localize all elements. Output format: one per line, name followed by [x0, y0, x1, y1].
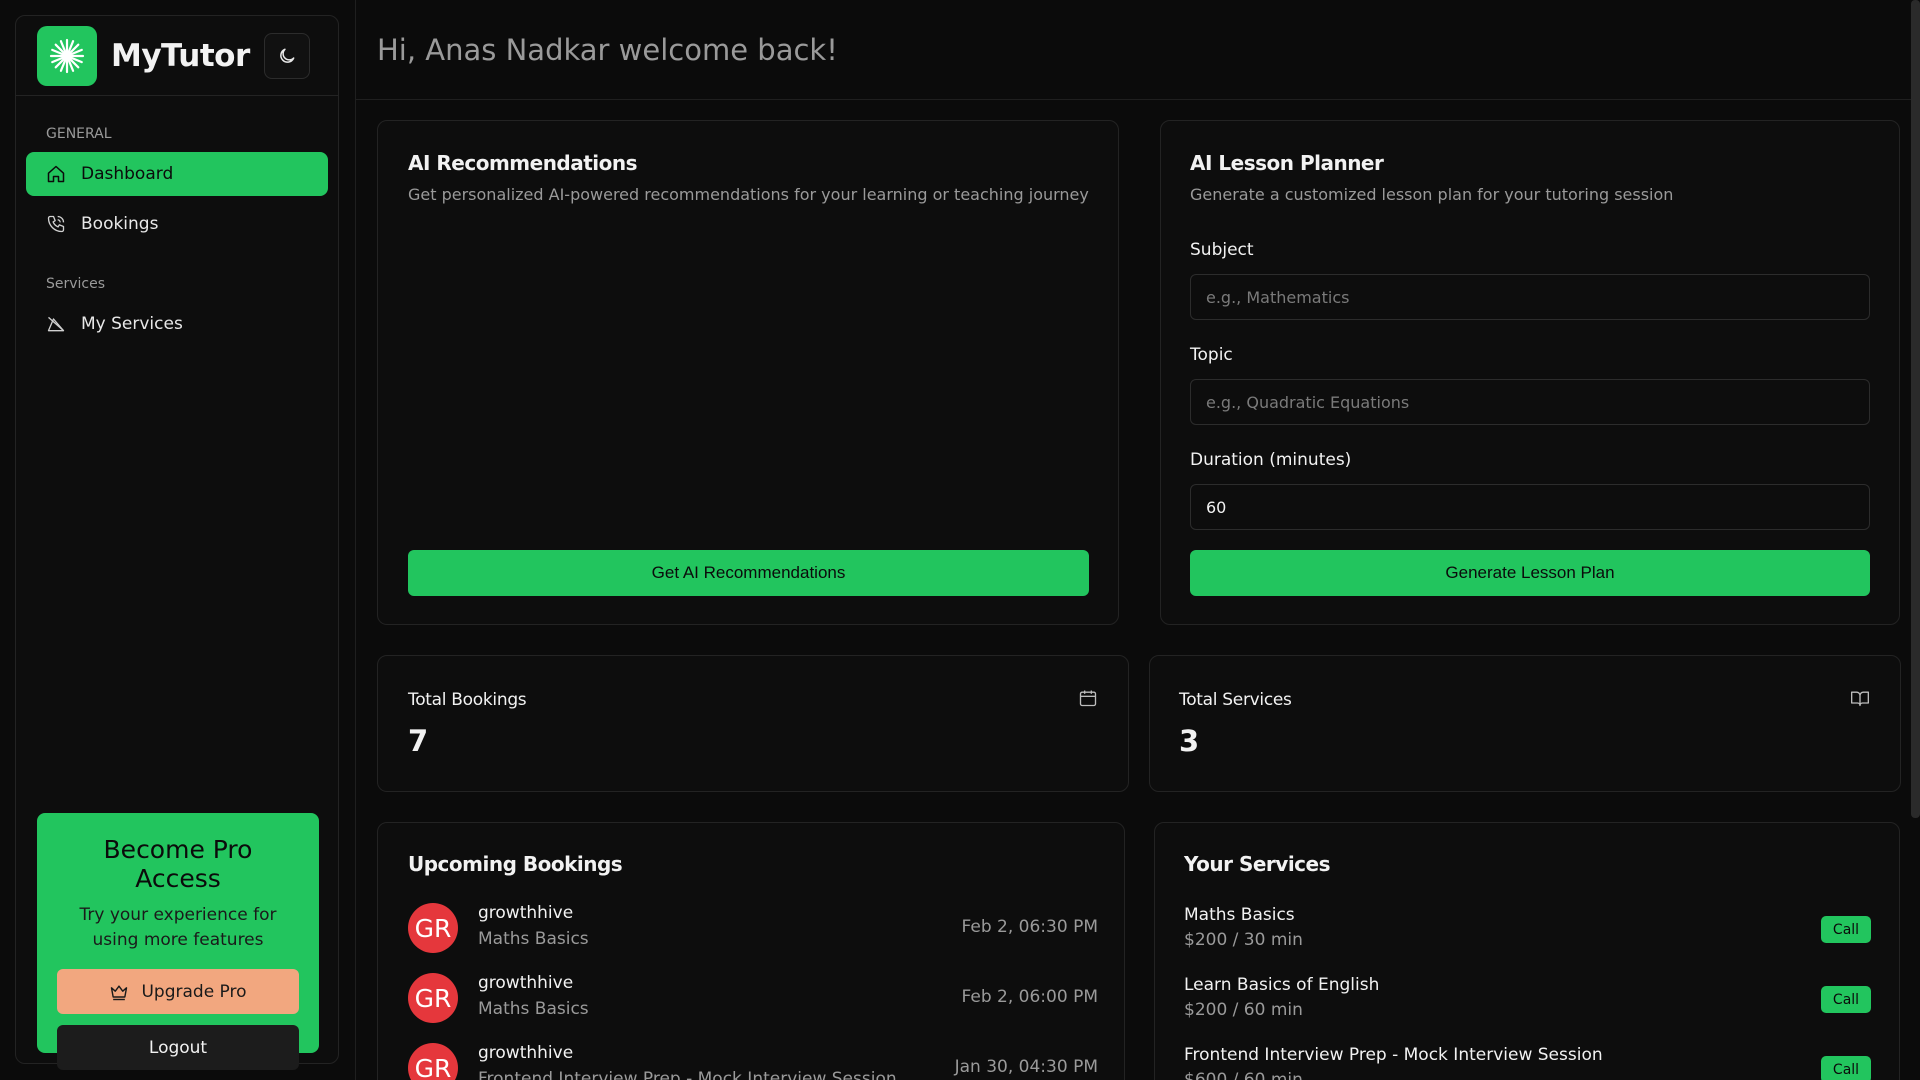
crown-icon	[111, 984, 128, 1000]
your-services-title: Your Services	[1184, 852, 1331, 876]
total-bookings-label: Total Bookings	[408, 690, 527, 710]
lesson-planner-card: AI Lesson Planner Generate a customized …	[1160, 120, 1900, 625]
total-services-label: Total Services	[1179, 690, 1292, 710]
booking-date: Jan 30, 04:30 PM	[954, 1057, 1098, 1077]
service-price: $600 / 60 min	[1184, 1070, 1303, 1080]
booking-student-name: growthhive	[478, 903, 574, 923]
sidebar: MyTutor GENERAL Dashboard Bookings Servi…	[15, 15, 339, 1070]
avatar: GR	[408, 1043, 458, 1080]
get-ai-recommendations-button[interactable]: Get AI Recommendations	[408, 550, 1089, 596]
sidebar-item-my-services[interactable]: My Services	[26, 302, 328, 346]
page-scrollbar[interactable]	[1911, 0, 1920, 818]
booking-date: Feb 2, 06:00 PM	[961, 987, 1098, 1007]
lesson-planner-subtitle: Generate a customized lesson plan for yo…	[1190, 185, 1674, 204]
booking-service: Frontend Interview Prep - Mock Interview…	[478, 1069, 897, 1080]
service-name: Maths Basics	[1184, 905, 1295, 925]
lesson-planner-title: AI Lesson Planner	[1190, 151, 1384, 175]
sidebar-divider	[355, 0, 356, 1080]
pro-upgrade-card: Become Pro Access Try your experience fo…	[37, 813, 319, 1070]
sidebar-item-dashboard[interactable]: Dashboard	[26, 152, 328, 196]
upgrade-pro-button[interactable]: Upgrade Pro	[57, 969, 299, 1014]
sidebar-item-label: Bookings	[81, 214, 159, 234]
ai-recommendations-title: AI Recommendations	[408, 151, 638, 175]
sidebar-item-bookings[interactable]: Bookings	[26, 202, 328, 246]
generate-lesson-plan-button[interactable]: Generate Lesson Plan	[1190, 550, 1870, 596]
subject-input[interactable]	[1190, 274, 1870, 320]
nav-section-services: Services	[46, 276, 106, 292]
duration-input[interactable]	[1190, 484, 1870, 530]
call-badge: Call	[1821, 1056, 1871, 1080]
your-services-card: Your Services Maths Basics $200 / 30 min…	[1154, 822, 1900, 1080]
service-row[interactable]: Learn Basics of English $200 / 60 min Ca…	[1184, 975, 1871, 1025]
logo-icon	[49, 38, 85, 73]
call-badge: Call	[1821, 986, 1871, 1013]
logout-button[interactable]: Logout	[57, 1025, 299, 1070]
welcome-greeting: Hi, Anas Nadkar welcome back!	[377, 33, 838, 67]
service-row[interactable]: Maths Basics $200 / 30 min Call	[1184, 905, 1871, 955]
service-row[interactable]: Frontend Interview Prep - Mock Interview…	[1184, 1045, 1871, 1080]
sidebar-item-label: Dashboard	[81, 164, 174, 184]
topic-label: Topic	[1190, 345, 1233, 365]
total-services-card: Total Services 3	[1149, 655, 1901, 792]
booking-service: Maths Basics	[478, 929, 589, 949]
home-icon	[45, 163, 67, 185]
calendar-icon	[1078, 688, 1098, 712]
ai-recommendations-card: AI Recommendations Get personalized AI-p…	[377, 120, 1119, 625]
app-logo[interactable]	[37, 25, 97, 86]
call-badge: Call	[1821, 916, 1871, 943]
pro-subtitle: Try your experience for using more featu…	[79, 905, 277, 950]
booking-date: Feb 2, 06:30 PM	[961, 917, 1098, 937]
total-services-value: 3	[1179, 724, 1200, 758]
moon-icon	[279, 48, 295, 63]
page-header: Hi, Anas Nadkar welcome back!	[356, 0, 1920, 100]
sidebar-item-label: My Services	[81, 314, 183, 334]
booking-row[interactable]: GR growthhive Maths Basics Feb 2, 06:00 …	[408, 973, 1098, 1033]
avatar: GR	[408, 903, 458, 953]
duration-label: Duration (minutes)	[1190, 450, 1352, 470]
ai-recommendations-subtitle: Get personalized AI-powered recommendati…	[408, 185, 1089, 204]
topic-input[interactable]	[1190, 379, 1870, 425]
book-open-icon	[1850, 688, 1870, 712]
services-icon	[45, 313, 67, 335]
brand-name: MyTutor	[111, 37, 250, 74]
service-price: $200 / 30 min	[1184, 930, 1303, 950]
booking-student-name: growthhive	[478, 1043, 574, 1063]
total-bookings-value: 7	[408, 724, 429, 758]
upcoming-bookings-card: Upcoming Bookings GR growthhive Maths Ba…	[377, 822, 1125, 1080]
booking-row[interactable]: GR growthhive Frontend Interview Prep - …	[408, 1043, 1098, 1080]
theme-toggle-button[interactable]	[263, 32, 310, 79]
pro-title: Become Pro Access	[103, 835, 253, 893]
booking-student-name: growthhive	[478, 973, 574, 993]
upcoming-bookings-title: Upcoming Bookings	[408, 852, 623, 876]
service-name: Frontend Interview Prep - Mock Interview…	[1184, 1045, 1603, 1065]
phone-icon	[45, 213, 67, 235]
service-name: Learn Basics of English	[1184, 975, 1380, 995]
booking-row[interactable]: GR growthhive Maths Basics Feb 2, 06:30 …	[408, 903, 1098, 963]
nav-section-general: GENERAL	[46, 126, 112, 142]
service-price: $200 / 60 min	[1184, 1000, 1303, 1020]
total-bookings-card: Total Bookings 7	[377, 655, 1129, 792]
booking-service: Maths Basics	[478, 999, 589, 1019]
upgrade-pro-label: Upgrade Pro	[141, 981, 247, 1002]
avatar: GR	[408, 973, 458, 1023]
brand-header: MyTutor	[16, 16, 338, 96]
subject-label: Subject	[1190, 240, 1254, 260]
